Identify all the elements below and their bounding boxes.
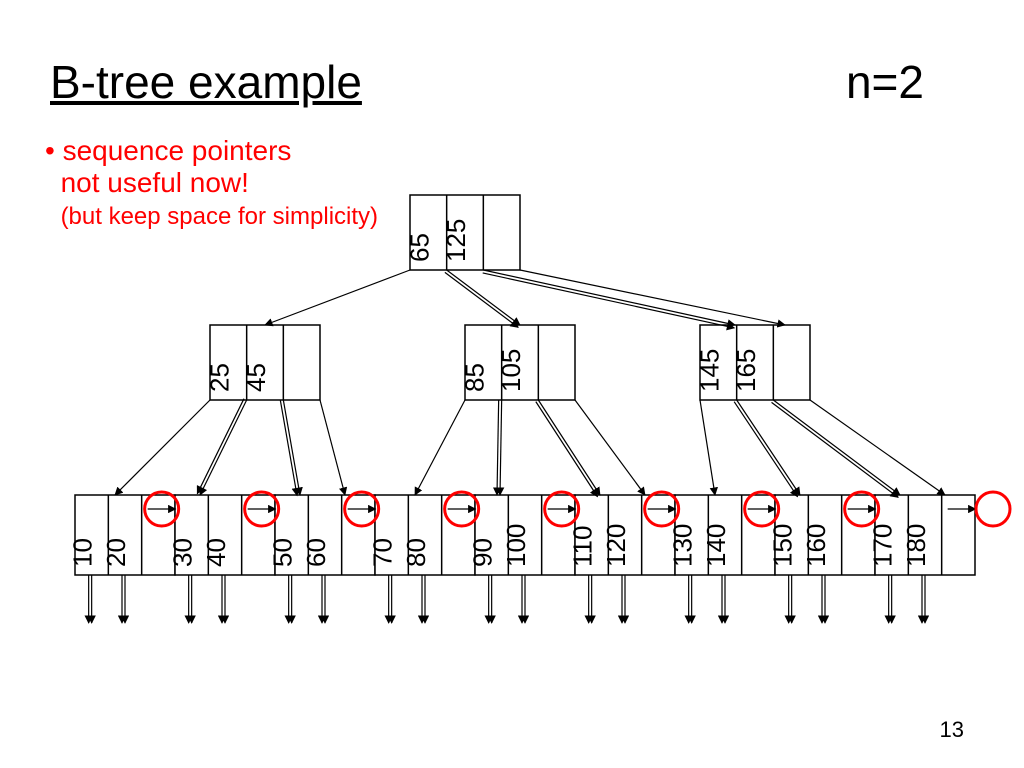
root-node-key-1: 125 xyxy=(441,219,471,262)
leaf-node-7-key-0: 150 xyxy=(768,524,798,567)
mid-node-0: 2545 xyxy=(204,325,320,400)
leaf-node-7-key-1: 160 xyxy=(801,524,831,567)
leaf-node-3-key-0: 70 xyxy=(368,538,398,567)
leaf-node-0-key-1: 20 xyxy=(101,538,131,567)
mid-node-1: 85105 xyxy=(459,325,575,400)
leaf-node-6-key-1: 140 xyxy=(701,524,731,567)
mid-node-2: 145165 xyxy=(694,325,810,400)
leaf-node-2-key-0: 50 xyxy=(268,538,298,567)
root-node-key-0: 65 xyxy=(404,233,434,262)
leaf-node-3-key-1: 80 xyxy=(401,538,431,567)
leaf-node-8-key-0: 170 xyxy=(868,524,898,567)
leaf-node-1-key-0: 30 xyxy=(168,538,198,567)
leaf-node-2-key-1: 60 xyxy=(301,538,331,567)
leaf-node-1: 3040 xyxy=(168,495,275,575)
mid-node-1-key-0: 85 xyxy=(459,363,489,392)
leaf-node-4: 90100 xyxy=(468,495,575,575)
leaf-node-8-key-1: 180 xyxy=(901,524,931,567)
root-node: 65125 xyxy=(404,195,520,270)
leaf-node-5-key-0: 110 xyxy=(568,526,598,567)
mid-node-2-key-1: 165 xyxy=(731,349,761,392)
leaf-node-3: 7080 xyxy=(368,495,475,575)
sequence-pointer-circle-8 xyxy=(976,492,1010,526)
leaf-node-0-key-0: 10 xyxy=(68,538,98,567)
leaf-node-6-key-0: 130 xyxy=(668,524,698,567)
leaf-node-2: 5060 xyxy=(268,495,375,575)
mid-node-2-key-0: 145 xyxy=(694,349,724,392)
mid-node-0-key-1: 45 xyxy=(241,363,271,392)
mid-node-0-key-0: 25 xyxy=(204,363,234,392)
leaf-node-5-key-1: 120 xyxy=(601,524,631,567)
leaf-node-7: 150160 xyxy=(768,495,875,575)
mid-node-1-key-1: 105 xyxy=(496,349,526,392)
leaf-node-0: 1020 xyxy=(68,495,175,575)
leaf-node-4-key-1: 100 xyxy=(501,524,531,567)
leaf-node-6: 130140 xyxy=(668,495,775,575)
btree-diagram: 6512525458510514516510203040506070809010… xyxy=(0,0,1024,768)
leaf-node-4-key-0: 90 xyxy=(468,538,498,567)
leaf-node-8: 170180 xyxy=(868,495,975,575)
leaf-node-1-key-1: 40 xyxy=(201,538,231,567)
leaf-node-5: 110120 xyxy=(568,495,675,575)
